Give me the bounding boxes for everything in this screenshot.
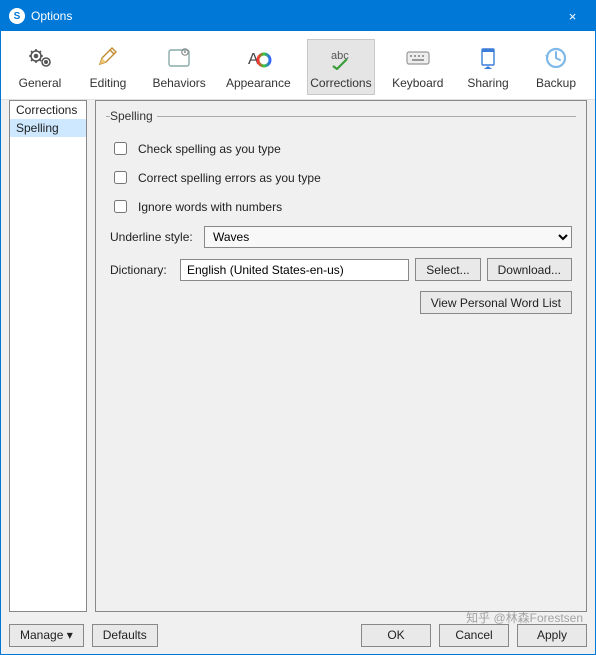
- correct-as-type-label: Correct spelling errors as you type: [138, 171, 321, 185]
- dictionary-field[interactable]: [180, 259, 409, 281]
- tab-editing[interactable]: Editing: [81, 39, 135, 95]
- backup-icon: [540, 44, 572, 72]
- titlebar: S Options ×: [1, 1, 595, 31]
- defaults-button[interactable]: Defaults: [92, 624, 158, 647]
- content-panel: Spelling Check spelling as you type Corr…: [95, 100, 587, 612]
- keyboard-icon: [402, 44, 434, 72]
- underline-style-label: Underline style:: [110, 230, 198, 244]
- tab-label: Corrections: [310, 76, 371, 90]
- select-dictionary-button[interactable]: Select...: [415, 258, 480, 281]
- ignore-numbers[interactable]: [114, 200, 127, 213]
- group-legend: Spelling: [110, 109, 157, 123]
- sidebar-item-corrections[interactable]: Corrections: [10, 101, 86, 119]
- tab-label: Sharing: [467, 76, 508, 90]
- tab-backup[interactable]: Backup: [529, 39, 583, 95]
- tab-appearance[interactable]: A Appearance: [223, 39, 293, 95]
- tab-general[interactable]: General: [13, 39, 67, 95]
- view-personal-word-list-button[interactable]: View Personal Word List: [420, 291, 572, 314]
- tab-sharing[interactable]: Sharing: [461, 39, 515, 95]
- ok-button[interactable]: OK: [361, 624, 431, 647]
- sidebar: CorrectionsSpelling: [9, 100, 87, 612]
- tab-behaviors[interactable]: Behaviors: [149, 39, 209, 95]
- download-dictionary-button[interactable]: Download...: [487, 258, 572, 281]
- underline-style-select[interactable]: Waves: [204, 226, 572, 248]
- footer: Manage ▾ Defaults OK Cancel Apply: [1, 618, 595, 654]
- sidebar-item-spelling[interactable]: Spelling: [10, 119, 86, 137]
- tab-keyboard[interactable]: Keyboard: [389, 39, 448, 95]
- check-spelling-as-type-label: Check spelling as you type: [138, 142, 281, 156]
- tab-label: Editing: [90, 76, 127, 90]
- corrections-icon: abc: [325, 44, 357, 72]
- editing-icon: [92, 44, 124, 72]
- dictionary-label: Dictionary:: [110, 263, 174, 277]
- ignore-numbers-label: Ignore words with numbers: [138, 200, 282, 214]
- window-title: Options: [31, 9, 72, 23]
- tab-corrections[interactable]: abc Corrections: [307, 39, 374, 95]
- apply-button[interactable]: Apply: [517, 624, 587, 647]
- behaviors-icon: [163, 44, 195, 72]
- tab-label: Appearance: [226, 76, 291, 90]
- toolbar: General Editing Behaviors A Appearance abc Cor…: [1, 31, 595, 100]
- app-icon: S: [9, 8, 25, 24]
- close-button[interactable]: ×: [550, 1, 595, 31]
- correct-as-type[interactable]: [114, 171, 127, 184]
- cancel-button[interactable]: Cancel: [439, 624, 509, 647]
- general-icon: [24, 44, 56, 72]
- sharing-icon: [472, 44, 504, 72]
- tab-label: Keyboard: [392, 76, 443, 90]
- tab-label: Backup: [536, 76, 576, 90]
- manage-button[interactable]: Manage ▾: [9, 624, 84, 647]
- tab-label: General: [19, 76, 62, 90]
- check-spelling-as-type[interactable]: [114, 142, 127, 155]
- appearance-icon: A: [242, 44, 274, 72]
- tab-label: Behaviors: [152, 76, 205, 90]
